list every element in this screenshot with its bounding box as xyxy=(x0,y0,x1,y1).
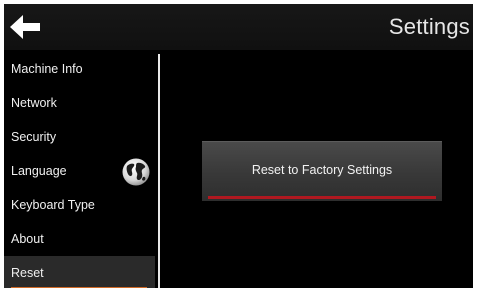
reset-button-label: Reset to Factory Settings xyxy=(251,163,393,177)
sidebar-item-network[interactable]: Network xyxy=(4,86,155,120)
header-bar: Settings xyxy=(4,4,473,50)
sidebar-item-machine-info[interactable]: Machine Info xyxy=(4,52,155,86)
sidebar-item-reset[interactable]: Reset xyxy=(4,256,155,288)
settings-screen: Settings Machine Info Network Security L… xyxy=(4,4,473,288)
main-panel: Reset to Factory Settings xyxy=(161,50,473,288)
button-underline xyxy=(208,196,436,199)
sidebar-divider xyxy=(158,54,160,288)
page-title: Settings xyxy=(388,14,470,39)
sidebar-item-label: Reset xyxy=(11,266,44,280)
back-arrow-icon xyxy=(10,15,40,39)
sidebar-item-security[interactable]: Security xyxy=(4,120,155,154)
selected-indicator xyxy=(11,287,147,288)
sidebar-item-about[interactable]: About xyxy=(4,222,155,256)
reset-to-factory-settings-button[interactable]: Reset to Factory Settings xyxy=(202,141,442,201)
sidebar-item-keyboard-type[interactable]: Keyboard Type xyxy=(4,188,155,222)
back-button[interactable] xyxy=(8,12,44,42)
globe-icon xyxy=(121,157,151,187)
